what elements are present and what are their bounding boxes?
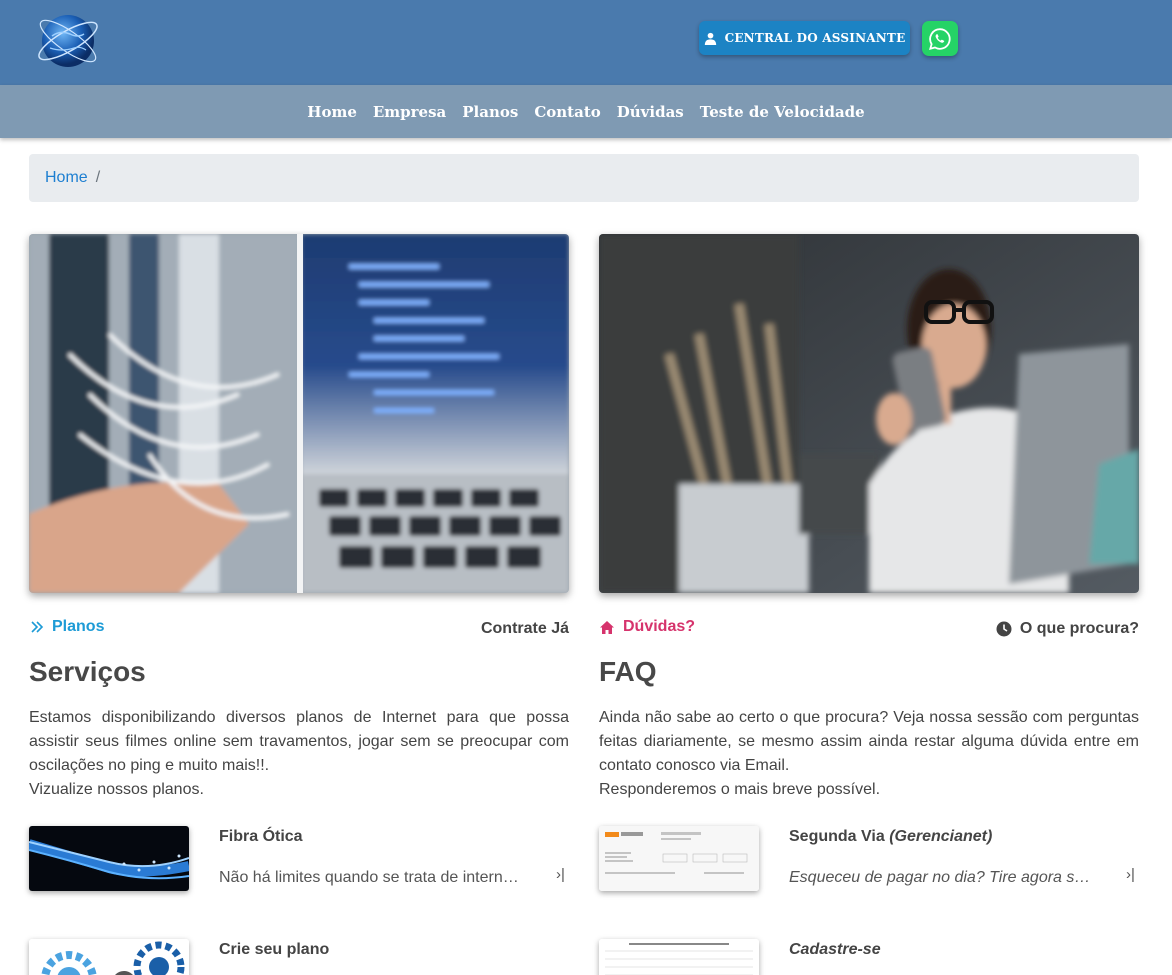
segunda-via-thumbnail[interactable] <box>599 826 759 891</box>
faq-text-extra: Responderemos o mais breve possível. <box>599 781 881 798</box>
home-icon <box>600 620 614 634</box>
cadastre-se-title-text: Cadastre-se <box>789 941 881 958</box>
clock-icon <box>996 621 1012 637</box>
cadastre-se-title[interactable]: Cadastre-se <box>789 941 881 959</box>
breadcrumb-separator: / <box>95 169 101 186</box>
nav-contato[interactable]: Contato <box>534 103 600 121</box>
nav-home[interactable]: Home <box>307 103 357 121</box>
contrate-ja-link[interactable]: Contrate Já <box>481 620 569 638</box>
segunda-via-title[interactable]: Segunda Via (Gerencianet) <box>789 828 992 846</box>
fibra-otica-arrow-icon[interactable]: ›| <box>556 866 565 883</box>
breadcrumb: Home / <box>29 154 1139 202</box>
crie-plano-title-text: Crie seu plano <box>219 941 330 958</box>
whatsapp-icon <box>929 27 951 50</box>
segunda-via-arrow-icon[interactable]: ›| <box>1126 866 1135 883</box>
faq-image <box>599 234 1139 593</box>
double-chevron-right-icon <box>31 621 44 633</box>
faq-description: Ainda não sabe ao certo o que procura? V… <box>599 706 1139 802</box>
crie-plano-title[interactable]: Crie seu plano <box>219 941 329 959</box>
faq-title: FAQ <box>599 656 657 687</box>
duvidas-link[interactable]: Dúvidas? <box>599 618 695 636</box>
servicos-image <box>29 234 569 593</box>
fibra-otica-thumbnail[interactable] <box>29 826 189 891</box>
o-que-procura-label: O que procura? <box>1019 620 1139 637</box>
crie-plano-thumbnail[interactable] <box>29 939 189 975</box>
servicos-text-extra: Vizualize nossos planos. <box>29 781 204 798</box>
cadastre-se-thumbnail[interactable] <box>599 939 759 975</box>
fibra-otica-title-text: Fibra Ótica <box>219 828 303 845</box>
nav-empresa[interactable]: Empresa <box>373 103 446 121</box>
main-nav: Home Empresa Planos Contato Dúvidas Test… <box>0 85 1172 138</box>
faq-text: Ainda não sabe ao certo o que procura? V… <box>599 709 1139 774</box>
breadcrumb-home[interactable]: Home <box>45 169 88 187</box>
planos-link-label: Planos <box>52 618 105 635</box>
segunda-via-desc: Esqueceu de pagar no dia? Tire agora sua… <box>789 869 1093 886</box>
top-header: CENTRAL DO ASSINANTE <box>0 0 1172 85</box>
segunda-via-title-text: Segunda Via <box>789 828 885 845</box>
o-que-procura-link[interactable]: O que procura? <box>996 620 1139 638</box>
duvidas-link-label: Dúvidas? <box>623 618 696 635</box>
servicos-title: Serviços <box>29 656 146 687</box>
gerencianet-label: (Gerencianet) <box>889 828 993 845</box>
whatsapp-button[interactable] <box>922 21 958 56</box>
nav-teste-velocidade[interactable]: Teste de Velocidade <box>700 103 865 121</box>
assinante-label: CENTRAL DO ASSINANTE <box>724 31 906 45</box>
globe-logo[interactable] <box>30 8 106 76</box>
nav-duvidas[interactable]: Dúvidas <box>617 103 684 121</box>
servicos-description: Estamos disponibilizando diversos planos… <box>29 706 569 802</box>
servicos-text: Estamos disponibilizando diversos planos… <box>29 709 569 774</box>
fibra-otica-desc: Não há limites quando se trata de intern… <box>219 869 521 886</box>
fibra-otica-title[interactable]: Fibra Ótica <box>219 828 303 846</box>
contrate-ja-label: Contrate Já <box>480 620 569 637</box>
central-assinante-button[interactable]: CENTRAL DO ASSINANTE <box>699 21 910 55</box>
planos-link[interactable]: Planos <box>30 618 104 636</box>
user-icon <box>704 32 716 45</box>
nav-planos[interactable]: Planos <box>462 103 518 121</box>
